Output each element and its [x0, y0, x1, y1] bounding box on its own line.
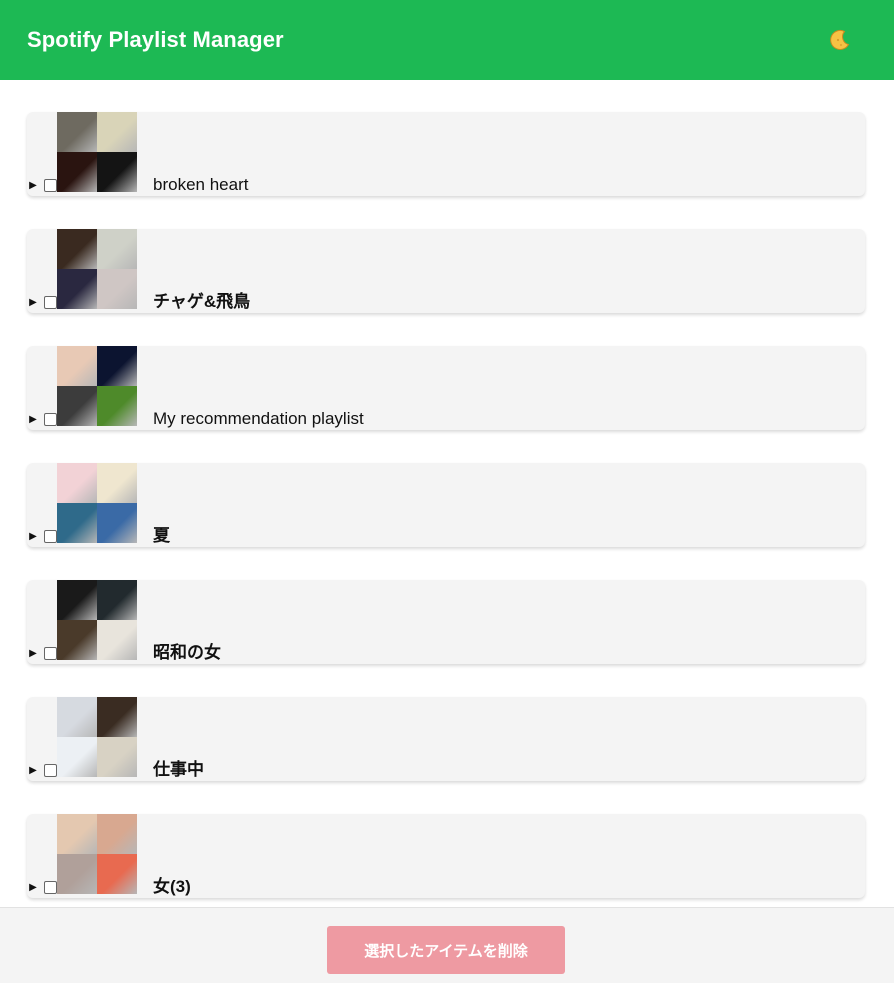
- expand-caret-icon[interactable]: ▶: [27, 414, 39, 426]
- playlist-cover: [57, 580, 137, 660]
- app-title: Spotify Playlist Manager: [27, 27, 284, 52]
- action-footer: 選択したアイテムを削除: [0, 907, 894, 983]
- album-art: [57, 112, 97, 152]
- album-art: [97, 112, 137, 152]
- select-checkbox[interactable]: [44, 296, 57, 309]
- playlist-cover: [57, 229, 137, 309]
- playlist-card[interactable]: ▶ 夏: [27, 463, 865, 547]
- playlist-card[interactable]: ▶ broken heart: [27, 112, 865, 196]
- album-art: [97, 697, 137, 737]
- album-art: [57, 152, 97, 192]
- album-art: [97, 152, 137, 192]
- playlist-cover: [57, 814, 137, 894]
- playlist-list: ▶ broken heart ▶ チャゲ&飛鳥 ▶ My recommendat…: [27, 112, 865, 931]
- album-art: [57, 346, 97, 386]
- expand-caret-icon[interactable]: ▶: [27, 648, 39, 660]
- album-art: [57, 580, 97, 620]
- playlist-name: My recommendation playlist: [153, 409, 364, 428]
- album-art: [97, 269, 137, 309]
- select-checkbox[interactable]: [44, 530, 57, 543]
- album-art: [57, 737, 97, 777]
- playlist-cover: [57, 346, 137, 426]
- playlist-cover: [57, 697, 137, 777]
- album-art: [97, 854, 137, 894]
- select-checkbox[interactable]: [44, 413, 57, 426]
- playlist-card[interactable]: ▶ My recommendation playlist: [27, 346, 865, 430]
- album-art: [57, 269, 97, 309]
- album-art: [57, 463, 97, 503]
- expand-caret-icon[interactable]: ▶: [27, 765, 39, 777]
- expand-caret-icon[interactable]: ▶: [27, 297, 39, 309]
- playlist-name: 仕事中: [153, 760, 204, 779]
- album-art: [97, 620, 137, 660]
- playlist-cover: [57, 463, 137, 543]
- select-checkbox[interactable]: [44, 764, 57, 777]
- album-art: [57, 386, 97, 426]
- album-art: [97, 463, 137, 503]
- album-art: [97, 229, 137, 269]
- playlist-card[interactable]: ▶ 女(3): [27, 814, 865, 898]
- select-checkbox[interactable]: [44, 647, 57, 660]
- playlist-name: 女(3): [153, 877, 191, 896]
- album-art: [57, 697, 97, 737]
- expand-caret-icon[interactable]: ▶: [27, 180, 39, 192]
- album-art: [97, 386, 137, 426]
- playlist-name: チャゲ&飛鳥: [153, 292, 251, 311]
- album-art: [97, 346, 137, 386]
- album-art: [97, 737, 137, 777]
- album-art: [57, 814, 97, 854]
- album-art: [97, 580, 137, 620]
- album-art: [97, 814, 137, 854]
- expand-caret-icon[interactable]: ▶: [27, 882, 39, 894]
- playlist-card[interactable]: ▶ 昭和の女: [27, 580, 865, 664]
- album-art: [57, 620, 97, 660]
- playlist-cover: [57, 112, 137, 192]
- playlist-card[interactable]: ▶ 仕事中: [27, 697, 865, 781]
- delete-selected-button[interactable]: 選択したアイテムを削除: [327, 926, 565, 974]
- playlist-name: broken heart: [153, 175, 249, 194]
- album-art: [57, 503, 97, 543]
- theme-toggle-button[interactable]: [826, 26, 854, 54]
- playlist-card[interactable]: ▶ チャゲ&飛鳥: [27, 229, 865, 313]
- playlist-name: 昭和の女: [153, 643, 221, 662]
- album-art: [57, 854, 97, 894]
- album-art: [97, 503, 137, 543]
- expand-caret-icon[interactable]: ▶: [27, 531, 39, 543]
- album-art: [57, 229, 97, 269]
- moon-icon: [830, 29, 850, 50]
- select-checkbox[interactable]: [44, 881, 57, 894]
- playlist-name: 夏: [153, 526, 170, 545]
- app-header: Spotify Playlist Manager: [0, 0, 894, 80]
- select-checkbox[interactable]: [44, 179, 57, 192]
